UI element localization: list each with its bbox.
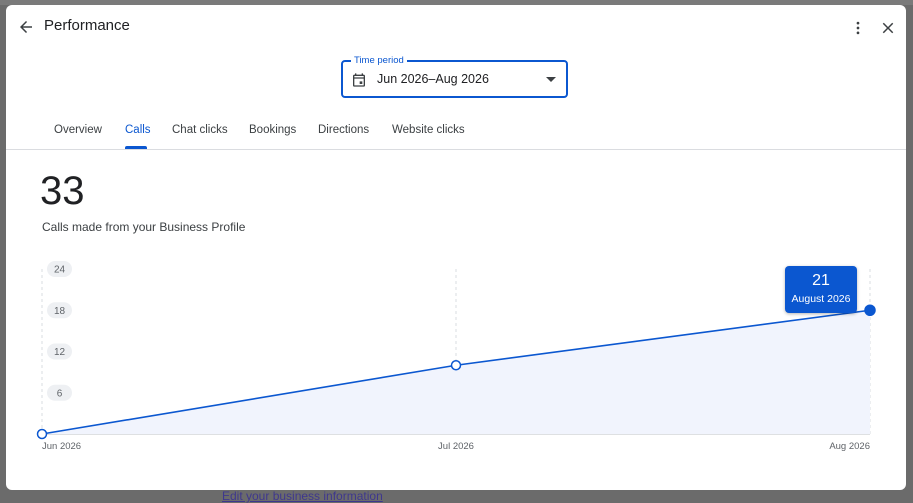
performance-dialog: Performance Time period Jun 2026–Aug 202… [6, 5, 906, 490]
x-tick-label: Jun 2026 [42, 441, 81, 452]
data-point [450, 360, 462, 371]
time-period-value: Jun 2026–Aug 2026 [377, 72, 489, 86]
tab-directions[interactable]: Directions [318, 124, 369, 136]
dialog-title: Performance [44, 17, 130, 34]
arrow-back-icon [20, 21, 32, 33]
y-tick-pill [47, 261, 72, 277]
tooltip-date: August 2026 [791, 293, 851, 305]
time-period-label: Time period [351, 54, 407, 68]
metric-value: 33 [40, 169, 85, 213]
tab-website-clicks[interactable]: Website clicks [392, 124, 465, 136]
series-line [41, 309, 871, 435]
y-tick-pill [47, 384, 72, 401]
tooltip-value: 21 [812, 272, 830, 289]
y-tick-label: 24 [54, 265, 66, 276]
data-point [36, 428, 48, 440]
series-area [42, 310, 870, 434]
data-point [864, 304, 876, 316]
tab-chat-clicks[interactable]: Chat clicks [172, 124, 228, 136]
x-tick-label: Jul 2026 [438, 441, 474, 452]
tab-bookings[interactable]: Bookings [249, 124, 296, 136]
metric-description: Calls made from your Business Profile [42, 220, 246, 234]
tab-calls[interactable]: Calls [125, 124, 151, 136]
background-edit-link[interactable]: Edit your business information [222, 489, 383, 503]
time-period-select[interactable]: Time period Jun 2026–Aug 2026 [341, 54, 568, 98]
back-button[interactable] [14, 15, 38, 39]
y-tick-label: 6 [57, 388, 63, 399]
dialog-header: Performance [6, 5, 906, 49]
more-options-button[interactable] [846, 16, 870, 40]
close-icon [882, 22, 894, 34]
more-vert-icon [856, 21, 860, 35]
y-tick-pill [47, 302, 72, 319]
chart-tooltip: 21 August 2026 [785, 266, 857, 313]
x-tick-label: Aug 2026 [829, 441, 870, 452]
y-tick-label: 12 [54, 347, 66, 358]
close-button[interactable] [876, 16, 900, 40]
tab-overview[interactable]: Overview [54, 124, 102, 136]
chevron-down-icon [546, 77, 556, 82]
calendar-icon [351, 72, 367, 93]
active-tab-indicator [125, 146, 147, 149]
metric-tabs: Overview Calls Chat clicks Bookings Dire… [6, 117, 906, 150]
y-tick-label: 18 [54, 306, 66, 317]
y-tick-pill [47, 343, 72, 360]
